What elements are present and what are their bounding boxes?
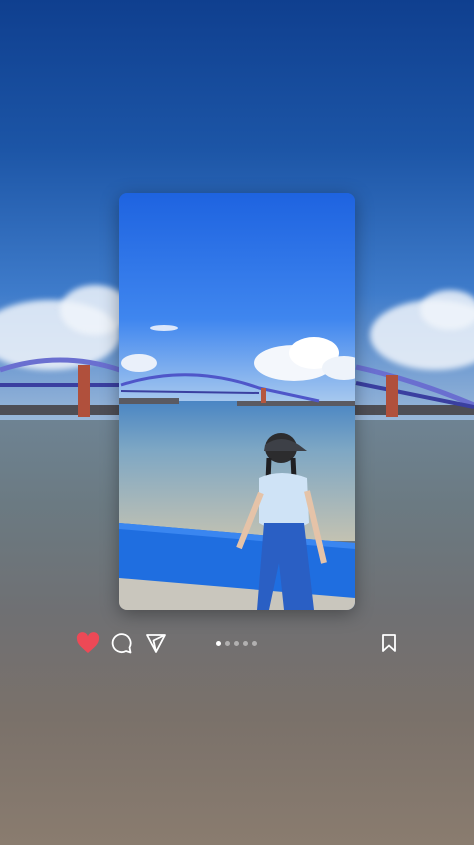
like-button[interactable] [75,630,101,656]
save-button[interactable] [376,630,402,656]
post-action-bar [0,630,474,656]
share-button[interactable] [143,630,169,656]
comment-icon [111,633,132,654]
carousel-dot-4[interactable] [243,640,248,646]
post-image-card[interactable] [119,193,355,610]
carousel-dot-2[interactable] [225,640,230,646]
carousel-dot-1[interactable] [216,640,221,646]
carousel-dot-5[interactable] [252,640,257,646]
comment-button[interactable] [108,630,134,656]
send-icon [146,634,166,653]
bookmark-icon [382,634,396,652]
post-photo [119,193,355,610]
heart-icon [76,632,100,653]
carousel-indicator [216,639,257,647]
carousel-dot-3[interactable] [234,640,239,646]
